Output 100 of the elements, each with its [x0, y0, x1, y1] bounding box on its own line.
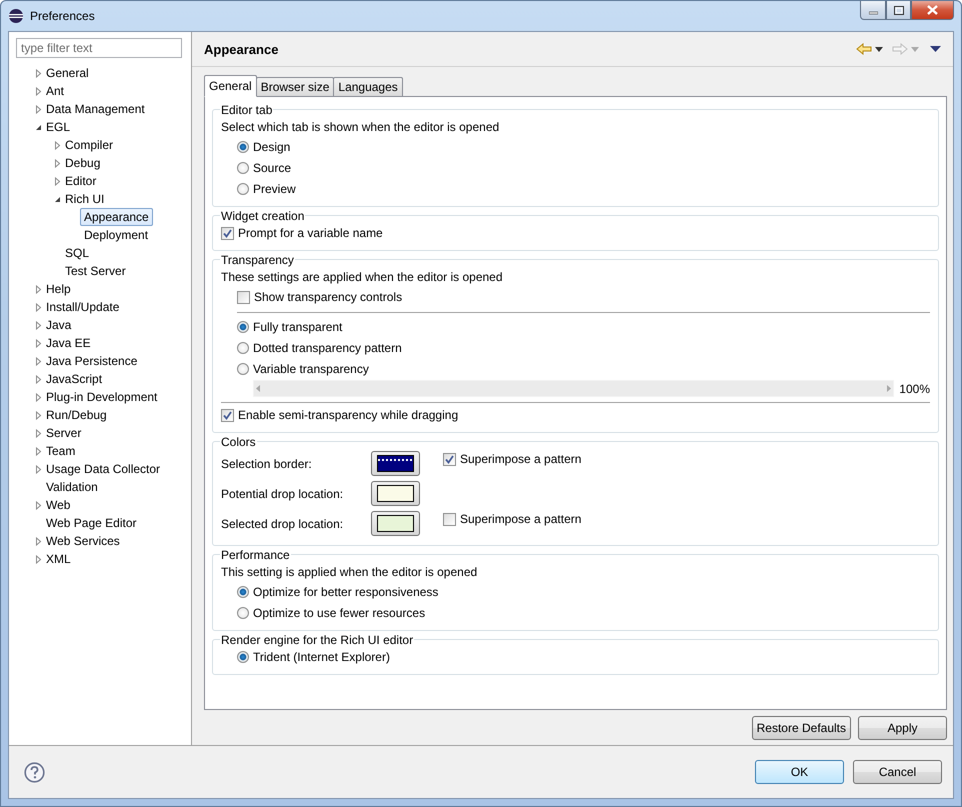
- radio-icon[interactable]: [237, 363, 249, 376]
- page-button[interactable]: Restore Defaults: [752, 716, 851, 740]
- page-button[interactable]: Apply: [858, 716, 947, 740]
- expand-arrow-icon[interactable]: [54, 158, 60, 168]
- tree-item[interactable]: Web: [42, 496, 74, 514]
- maximize-button[interactable]: [886, 1, 911, 20]
- tree-item[interactable]: Run/Debug: [42, 406, 111, 424]
- radio-button[interactable]: Dotted transparency pattern: [221, 338, 402, 359]
- tree-item[interactable]: General: [42, 64, 93, 82]
- tree-item[interactable]: Rich UI: [61, 190, 108, 208]
- checkbox-icon[interactable]: [443, 512, 456, 526]
- radio-icon[interactable]: [237, 321, 249, 334]
- tab[interactable]: Languages: [333, 76, 403, 97]
- close-button[interactable]: [911, 1, 954, 20]
- radio-button[interactable]: Optimize for better responsiveness: [221, 582, 438, 603]
- tree-item[interactable]: Deployment: [80, 226, 152, 244]
- expand-arrow-icon[interactable]: [34, 86, 42, 96]
- tree-item[interactable]: XML: [42, 550, 75, 568]
- tree-item[interactable]: Editor: [61, 172, 100, 190]
- expand-arrow-icon[interactable]: [34, 104, 42, 114]
- dialog-button[interactable]: Cancel: [853, 760, 942, 784]
- tree-item[interactable]: JavaScript: [42, 370, 106, 388]
- radio-icon[interactable]: [237, 162, 249, 174]
- radio-icon[interactable]: [237, 607, 249, 620]
- tree-item[interactable]: Test Server: [61, 262, 130, 280]
- tab[interactable]: General: [204, 74, 257, 97]
- dropdown-icon[interactable]: [875, 46, 883, 52]
- expand-arrow-icon[interactable]: [34, 68, 42, 78]
- expand-arrow-icon[interactable]: [34, 320, 42, 330]
- checkbox-icon[interactable]: [237, 290, 250, 304]
- expand-arrow-icon[interactable]: [34, 536, 42, 546]
- minimize-button[interactable]: [860, 1, 886, 20]
- radio-icon[interactable]: [237, 141, 249, 154]
- tree-item[interactable]: Debug: [61, 154, 104, 172]
- radio-button[interactable]: Preview: [221, 178, 296, 200]
- expand-arrow-icon[interactable]: [54, 140, 60, 150]
- checkbox-icon[interactable]: [221, 408, 234, 422]
- checkbox[interactable]: Superimpose a pattern: [443, 448, 930, 470]
- tree-item[interactable]: Install/Update: [42, 298, 124, 316]
- checkbox[interactable]: Show transparency controls: [221, 286, 402, 308]
- tree-item[interactable]: Compiler: [61, 136, 118, 154]
- tab[interactable]: Browser size: [256, 76, 334, 97]
- view-menu-icon[interactable]: [930, 46, 941, 52]
- scroll-left-icon[interactable]: [256, 385, 261, 392]
- checkbox-icon[interactable]: [221, 226, 234, 240]
- expand-arrow-icon[interactable]: [34, 500, 42, 510]
- radio-button[interactable]: Optimize to use fewer resources: [221, 602, 426, 624]
- expand-arrow-icon[interactable]: [34, 302, 42, 312]
- color-picker-button[interactable]: [371, 481, 420, 506]
- radio-button[interactable]: Fully transparent: [221, 316, 342, 338]
- tree-item[interactable]: Web Services: [42, 532, 124, 550]
- radio-button[interactable]: Design: [221, 136, 290, 158]
- collapse-arrow-icon[interactable]: [34, 122, 42, 132]
- tree-item[interactable]: Usage Data Collector: [42, 460, 164, 478]
- radio-icon[interactable]: [237, 183, 249, 196]
- color-picker-button[interactable]: [371, 511, 420, 536]
- tree-item[interactable]: Java Persistence: [42, 352, 142, 370]
- radio-button[interactable]: Trident (Internet Explorer): [221, 646, 390, 668]
- tree-item[interactable]: Server: [42, 424, 86, 442]
- radio-button[interactable]: Variable transparency: [221, 358, 369, 380]
- tree-item[interactable]: Plug-in Development: [42, 388, 162, 406]
- tree-item[interactable]: Ant: [42, 82, 68, 100]
- expand-arrow-icon[interactable]: [34, 356, 42, 366]
- expand-arrow-icon[interactable]: [34, 392, 42, 402]
- tree-item[interactable]: EGL: [42, 118, 74, 136]
- checkbox[interactable]: Enable semi-transparency while dragging: [221, 404, 458, 426]
- checkbox[interactable]: Prompt for a variable name: [221, 222, 383, 244]
- scroll-right-icon[interactable]: [886, 385, 892, 392]
- tree-item[interactable]: Web Page Editor: [42, 514, 140, 532]
- help-icon[interactable]: [24, 762, 45, 782]
- tree-item[interactable]: Help: [42, 280, 75, 298]
- expand-arrow-icon[interactable]: [34, 464, 42, 474]
- collapse-arrow-icon[interactable]: [54, 194, 60, 204]
- expand-arrow-icon[interactable]: [34, 410, 42, 420]
- group-title: Render engine for the Rich UI editor: [220, 632, 414, 647]
- color-picker-button[interactable]: [371, 451, 420, 476]
- expand-arrow-icon[interactable]: [34, 374, 42, 384]
- radio-icon[interactable]: [237, 586, 249, 598]
- radio-icon[interactable]: [237, 342, 249, 354]
- radio-icon[interactable]: [237, 651, 249, 664]
- tree-item[interactable]: SQL: [61, 244, 94, 262]
- expand-arrow-icon[interactable]: [34, 446, 42, 456]
- expand-arrow-icon[interactable]: [34, 284, 42, 294]
- expand-arrow-icon[interactable]: [34, 554, 42, 564]
- tree-item[interactable]: Team: [42, 442, 80, 460]
- dialog-button[interactable]: OK: [755, 760, 844, 784]
- description-text: Select which tab is shown when the editor is opened: [221, 118, 500, 136]
- transparency-scrollbar[interactable]: [253, 380, 894, 398]
- filter-field[interactable]: type filter text: [16, 38, 182, 58]
- checkbox[interactable]: Superimpose a pattern: [443, 508, 930, 530]
- expand-arrow-icon[interactable]: [54, 176, 60, 186]
- tree-item[interactable]: Appearance: [80, 208, 153, 226]
- radio-button[interactable]: Source: [221, 158, 292, 179]
- tree-item[interactable]: Validation: [42, 478, 102, 496]
- tree-item[interactable]: Java EE: [42, 334, 95, 352]
- tree-item[interactable]: Java: [42, 316, 76, 334]
- tree-item[interactable]: Data Management: [42, 100, 149, 118]
- checkbox-icon[interactable]: [443, 452, 456, 466]
- expand-arrow-icon[interactable]: [34, 338, 42, 348]
- expand-arrow-icon[interactable]: [34, 428, 42, 438]
